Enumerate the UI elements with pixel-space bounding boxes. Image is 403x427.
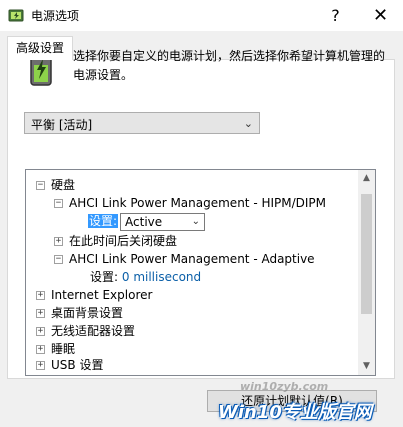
collapse-icon[interactable]: − — [54, 255, 63, 264]
expand-icon[interactable]: + — [36, 327, 45, 336]
tree-item-wireless-adapter[interactable]: + 无线适配器设置 — [36, 322, 135, 340]
tree-item-adaptive-setting[interactable]: 设置: 0 millisecond — [90, 268, 201, 286]
scroll-up-icon[interactable]: ▲ — [358, 170, 375, 187]
power-plan-value: 平衡 [活动] — [31, 118, 93, 132]
window-title: 电源选项 — [31, 9, 80, 23]
tree-item-hipm-setting[interactable]: 设置: Active ⌄ — [88, 212, 206, 231]
chevron-down-icon: ⌄ — [243, 117, 253, 130]
close-button[interactable]: ✕ — [358, 0, 403, 31]
tree-item-label: Internet Explorer — [51, 288, 153, 302]
tree-item-desktop-background[interactable]: + 桌面背景设置 — [36, 304, 123, 322]
description-text: 选择你要自定义的电源计划，然后选择你希望计算机管理的电源设置。 — [73, 49, 386, 82]
watermark-site: win10zyb.com — [240, 380, 329, 393]
collapse-icon[interactable]: − — [54, 199, 63, 208]
tab-advanced-settings[interactable]: 高级设置 — [7, 36, 73, 60]
expand-icon[interactable]: + — [36, 345, 45, 354]
tree-item-label: 睡眠 — [51, 342, 76, 356]
chevron-down-icon: ⌄ — [191, 215, 201, 227]
setting-label-selected: 设置: — [88, 214, 119, 228]
setting-label: 设置: — [90, 270, 119, 284]
expand-icon[interactable]: + — [36, 309, 45, 318]
tree-scrollbar[interactable]: ▲ ▼ — [358, 170, 375, 375]
settings-tree[interactable]: − 硬盘 − AHCI Link Power Management - HIPM/D… — [25, 169, 376, 376]
title-bar: 电源选项 ? ✕ — [0, 0, 403, 31]
expand-icon[interactable]: + — [54, 237, 63, 246]
power-options-icon — [8, 9, 24, 22]
watermark-logo: Win10专业版官网 — [218, 402, 372, 423]
tree-item-label: 在此时间后关闭硬盘 — [69, 234, 178, 248]
tree-item-ahci-adaptive[interactable]: − AHCI Link Power Management - Adaptive — [54, 250, 315, 268]
help-button[interactable]: ? — [313, 0, 358, 31]
tree-item-label: 无线适配器设置 — [51, 324, 136, 338]
power-plan-select[interactable]: 平衡 [活动] ⌄ — [24, 112, 260, 134]
adaptive-value-link[interactable]: 0 millisecond — [122, 270, 201, 284]
tree-item-turn-off-disk[interactable]: + 在此时间后关闭硬盘 — [54, 232, 177, 250]
tree-item-hard-disk[interactable]: − 硬盘 — [36, 176, 75, 194]
tree-item-label: USB 设置 — [51, 358, 104, 372]
tree-item-internet-explorer[interactable]: + Internet Explorer — [36, 286, 152, 304]
tree-item-ahci-hipm[interactable]: − AHCI Link Power Management - HIPM/DIPM — [54, 194, 326, 212]
tree-item-label: 桌面背景设置 — [51, 306, 124, 320]
combobox-value: Active — [125, 214, 163, 229]
scrollbar-thumb[interactable] — [361, 194, 372, 314]
tree-item-label: AHCI Link Power Management - Adaptive — [69, 252, 315, 266]
tree-item-label: AHCI Link Power Management - HIPM/DIPM — [69, 196, 327, 210]
collapse-icon[interactable]: − — [36, 181, 45, 190]
expand-icon[interactable]: + — [36, 361, 45, 370]
hipm-value-combobox[interactable]: Active ⌄ — [120, 212, 206, 231]
tree-item-label: 硬盘 — [51, 178, 76, 192]
tree-item-usb[interactable]: + USB 设置 — [36, 356, 103, 374]
expand-icon[interactable]: + — [36, 291, 45, 300]
scroll-down-icon[interactable]: ▼ — [358, 358, 375, 375]
